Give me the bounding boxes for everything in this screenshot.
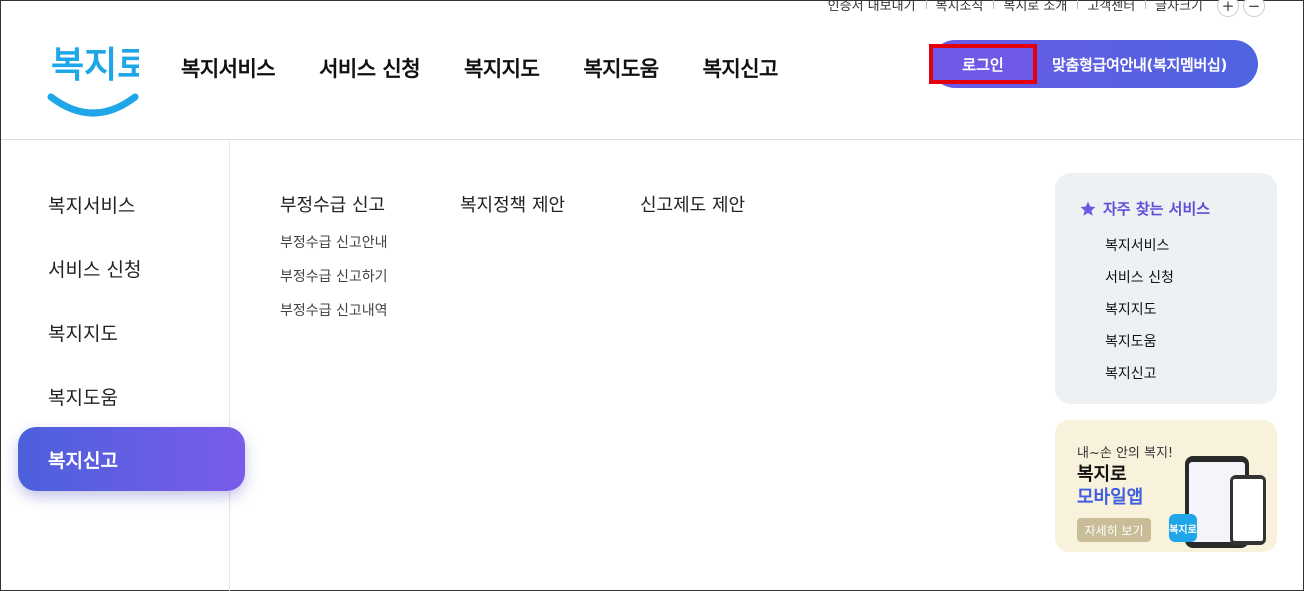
site-logo[interactable]: 복지로 [47,37,150,121]
submenu-column-system: 신고제도 제안 [640,191,745,217]
app-banner-tagline: 내~손 안의 복지! [1077,446,1174,461]
logo-text: 복지로 [51,45,139,86]
favorite-services-title-text: 자주 찾는 서비스 [1103,200,1211,218]
gnb-item-welfare-map[interactable]: 복지지도 [464,53,540,83]
bottom-content-edge [1,587,1304,591]
membership-link[interactable]: 맞춤형급여안내(복지멤버십) [1052,54,1227,75]
submenu-link-fraud-submit[interactable]: 부정수급 신고하기 [280,266,388,286]
gnb-item-welfare-report[interactable]: 복지신고 [703,53,779,83]
gnb-item-service-apply[interactable]: 서비스 신청 [319,53,420,83]
submenu-link-fraud-guide[interactable]: 부정수급 신고안내 [280,232,388,252]
submenu-title-policy-proposal[interactable]: 복지정책 제안 [460,191,565,217]
side-item-active-label: 복지신고 [48,450,118,472]
login-button[interactable]: 로그인 [929,44,1037,84]
gnb-item-welfare-service[interactable]: 복지서비스 [181,53,276,83]
side-item-service-apply[interactable]: 서비스 신청 [48,255,141,282]
favorite-services-panel: 자주 찾는 서비스 복지서비스 서비스 신청 복지지도 복지도움 복지신고 [1055,173,1277,404]
logo-mark: 복지로 [47,45,150,117]
member-area: 로그인 맞춤형급여안내(복지멤버십) [929,40,1258,88]
submenu-title-system-proposal[interactable]: 신고제도 제안 [640,191,745,217]
favorite-item[interactable]: 복지지도 [1105,299,1174,331]
favorite-item[interactable]: 복지도움 [1105,331,1174,363]
submenu-title-fraud-report[interactable]: 부정수급 신고 [280,191,388,217]
submenu-column-fraud: 부정수급 신고 부정수급 신고안내 부정수급 신고하기 부정수급 신고내역 [280,191,388,320]
header: 복지로 복지서비스 서비스 신청 복지지도 복지도움 복지신고 로그인 맞춤형급… [1,1,1303,140]
favorite-item[interactable]: 복지서비스 [1105,235,1174,267]
side-item-welfare-help[interactable]: 복지도움 [48,383,118,410]
side-item-welfare-service[interactable]: 복지서비스 [48,191,135,218]
app-banner-detail-button[interactable]: 자세히 보기 [1077,518,1151,542]
gnb-item-welfare-help[interactable]: 복지도움 [583,53,659,83]
star-icon [1080,201,1096,216]
side-item-welfare-map[interactable]: 복지지도 [48,319,118,346]
app-banner-subtitle: 모바일앱 [1077,487,1144,508]
phone-mockup-image-small [1230,475,1266,545]
mobile-app-banner: 내~손 안의 복지! 복지로 모바일앱 자세히 보기 복지로 [1055,420,1277,552]
favorite-item[interactable]: 서비스 신청 [1105,267,1174,299]
global-nav: 복지서비스 서비스 신청 복지지도 복지도움 복지신고 [181,53,822,83]
side-menu: 복지서비스 서비스 신청 복지지도 복지도움 복지신고 [1,141,245,591]
favorite-services-title: 자주 찾는 서비스 [1079,198,1210,219]
submenu-column-policy: 복지정책 제안 [460,191,565,217]
favorite-services-list: 복지서비스 서비스 신청 복지지도 복지도움 복지신고 [1105,235,1174,395]
favorite-item[interactable]: 복지신고 [1105,363,1174,395]
app-icon: 복지로 [1169,514,1197,542]
submenu-link-fraud-history[interactable]: 부정수급 신고내역 [280,300,388,320]
side-item-welfare-report[interactable]: 복지신고 [18,427,245,491]
